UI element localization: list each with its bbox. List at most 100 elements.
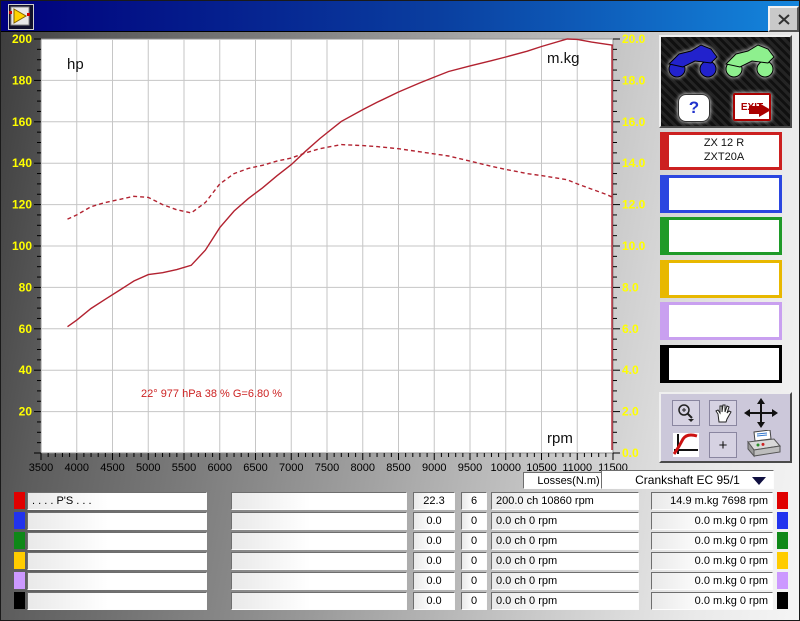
svg-text:40: 40 — [19, 363, 33, 377]
run-peak-power: 0.0 ch 0 rpm — [491, 552, 639, 570]
run-spec-field[interactable] — [231, 512, 407, 530]
run-name-field[interactable]: . . . . P'S . . . — [27, 492, 207, 510]
row-color-swatch[interactable] — [14, 572, 25, 589]
run-spec-field[interactable] — [231, 592, 407, 610]
svg-text:6.0: 6.0 — [622, 322, 639, 336]
svg-text:3500: 3500 — [29, 462, 53, 471]
svg-text:18.0: 18.0 — [622, 73, 646, 87]
run-peak-torque: 0.0 m.kg 0 rpm — [651, 552, 773, 570]
svg-text:11000: 11000 — [562, 462, 592, 471]
svg-text:20: 20 — [19, 405, 33, 419]
svg-text:8500: 8500 — [386, 462, 410, 471]
four-way-arrows-icon[interactable] — [743, 398, 779, 428]
svg-text:100: 100 — [12, 239, 32, 253]
chevron-down-icon — [752, 477, 766, 485]
svg-text:10500: 10500 — [526, 462, 557, 471]
losses-mode-dropdown[interactable]: Crankshaft EC 95/1 — [601, 470, 774, 489]
close-icon — [777, 13, 790, 25]
run-spec-field[interactable] — [231, 492, 407, 510]
svg-text:6500: 6500 — [243, 462, 267, 471]
run-slot-2[interactable] — [660, 174, 782, 213]
run-name-field[interactable] — [27, 512, 207, 530]
green-motorcycle-icon — [724, 44, 775, 78]
rpm-axis-label: rpm — [547, 430, 573, 447]
magnifier-zoom-button[interactable] — [672, 400, 700, 426]
run-peak-torque: 14.9 m.kg 7698 rpm — [651, 492, 773, 510]
svg-text:5500: 5500 — [172, 462, 196, 471]
exit-button[interactable]: EXIT — [733, 93, 779, 121]
graph-scale-button[interactable] — [672, 432, 700, 458]
run-slot-6[interactable] — [660, 345, 782, 383]
run-peak-power: 0.0 ch 0 rpm — [491, 592, 639, 610]
run-peak-power: 0.0 ch 0 rpm — [491, 532, 639, 550]
hand-icon — [715, 404, 732, 423]
run-slot-4[interactable] — [660, 259, 782, 298]
svg-text:4500: 4500 — [100, 462, 124, 471]
add-button[interactable]: + — [709, 432, 737, 458]
run-peak-torque: 0.0 m.kg 0 rpm — [651, 572, 773, 590]
svg-text:140: 140 — [12, 156, 32, 170]
svg-text:60: 60 — [19, 322, 33, 336]
run-slot-5[interactable] — [660, 302, 782, 341]
run-spec-field[interactable] — [231, 572, 407, 590]
close-button[interactable] — [768, 6, 799, 32]
svg-text:0.0: 0.0 — [622, 446, 639, 460]
run-gear-value: 0 — [461, 512, 487, 530]
svg-text:160: 160 — [12, 115, 32, 129]
blue-motorcycle-button[interactable] — [665, 41, 720, 79]
run-name-field[interactable] — [27, 572, 207, 590]
row-color-swatch[interactable] — [14, 592, 25, 609]
svg-text:80: 80 — [19, 280, 33, 294]
run-peak-power: 0.0 ch 0 rpm — [491, 572, 639, 590]
run-name-field[interactable] — [27, 592, 207, 610]
dyno-chart: 3500 4000 4500 5000 5500 6000 6500 7000 7500 8000… — [12, 32, 646, 471]
row-color-swatch[interactable] — [14, 552, 25, 569]
run-temp-value: 0.0 — [413, 592, 455, 610]
run-slot-1[interactable]: ZX 12 R ZXT20A — [660, 132, 782, 170]
hand-pan-button[interactable] — [709, 400, 737, 426]
run-temp-value: 0.0 — [413, 572, 455, 590]
row-color-swatch[interactable] — [14, 512, 25, 529]
row-color-swatch-right — [777, 512, 788, 529]
run-temp-value: 0.0 — [413, 512, 455, 530]
row-color-swatch[interactable] — [14, 532, 25, 549]
blue-motorcycle-icon — [667, 44, 718, 78]
run-name-field[interactable] — [27, 552, 207, 570]
svg-text:7500: 7500 — [315, 462, 339, 471]
run-peak-torque: 0.0 m.kg 0 rpm — [651, 512, 773, 530]
svg-text:9000: 9000 — [422, 462, 446, 471]
printer-button[interactable] — [743, 430, 783, 460]
row-color-swatch-right — [777, 532, 788, 549]
svg-text:14.0: 14.0 — [622, 156, 646, 170]
run-slot-name: ZX 12 R — [703, 137, 745, 149]
help-button[interactable]: ? — [678, 93, 710, 123]
svg-text:12.0: 12.0 — [622, 198, 646, 212]
run-slot-3[interactable] — [660, 217, 782, 256]
green-motorcycle-button[interactable] — [722, 41, 777, 79]
title-bar — [1, 1, 799, 32]
question-mark-icon: ? — [678, 94, 710, 122]
run-gear-value: 6 — [461, 492, 487, 510]
run-gear-value: 0 — [461, 532, 487, 550]
run-temp-value: 0.0 — [413, 532, 455, 550]
run-gear-value: 0 — [461, 552, 487, 570]
run-peak-torque: 0.0 m.kg 0 rpm — [651, 532, 773, 550]
svg-text:10.0: 10.0 — [622, 239, 646, 253]
svg-text:5000: 5000 — [136, 462, 160, 471]
run-temp-value: 0.0 — [413, 552, 455, 570]
svg-text:6000: 6000 — [208, 462, 232, 471]
hp-axis-label: hp — [67, 56, 84, 73]
run-spec-field[interactable] — [231, 552, 407, 570]
run-spec-field[interactable] — [231, 532, 407, 550]
svg-text:9500: 9500 — [458, 462, 482, 471]
row-color-swatch[interactable] — [14, 492, 25, 509]
printer-icon — [747, 430, 781, 458]
svg-text:7000: 7000 — [279, 462, 303, 471]
svg-text:8000: 8000 — [351, 462, 375, 471]
run-gear-value: 0 — [461, 592, 487, 610]
dyno-app-window: 3500 4000 4500 5000 5500 6000 6500 7000 7500 8000… — [0, 0, 800, 621]
svg-text:10000: 10000 — [490, 462, 521, 471]
run-name-field[interactable] — [27, 532, 207, 550]
svg-text:4000: 4000 — [65, 462, 89, 471]
run-peak-power: 0.0 ch 0 rpm — [491, 512, 639, 530]
